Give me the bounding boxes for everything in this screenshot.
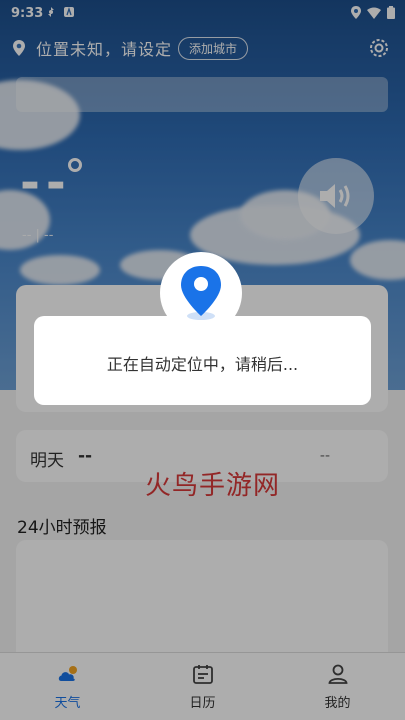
map-pin-icon [181, 266, 221, 320]
dialog-message: 正在自动定位中，请稍后... [106, 355, 299, 374]
dialog-location-badge [160, 252, 242, 334]
